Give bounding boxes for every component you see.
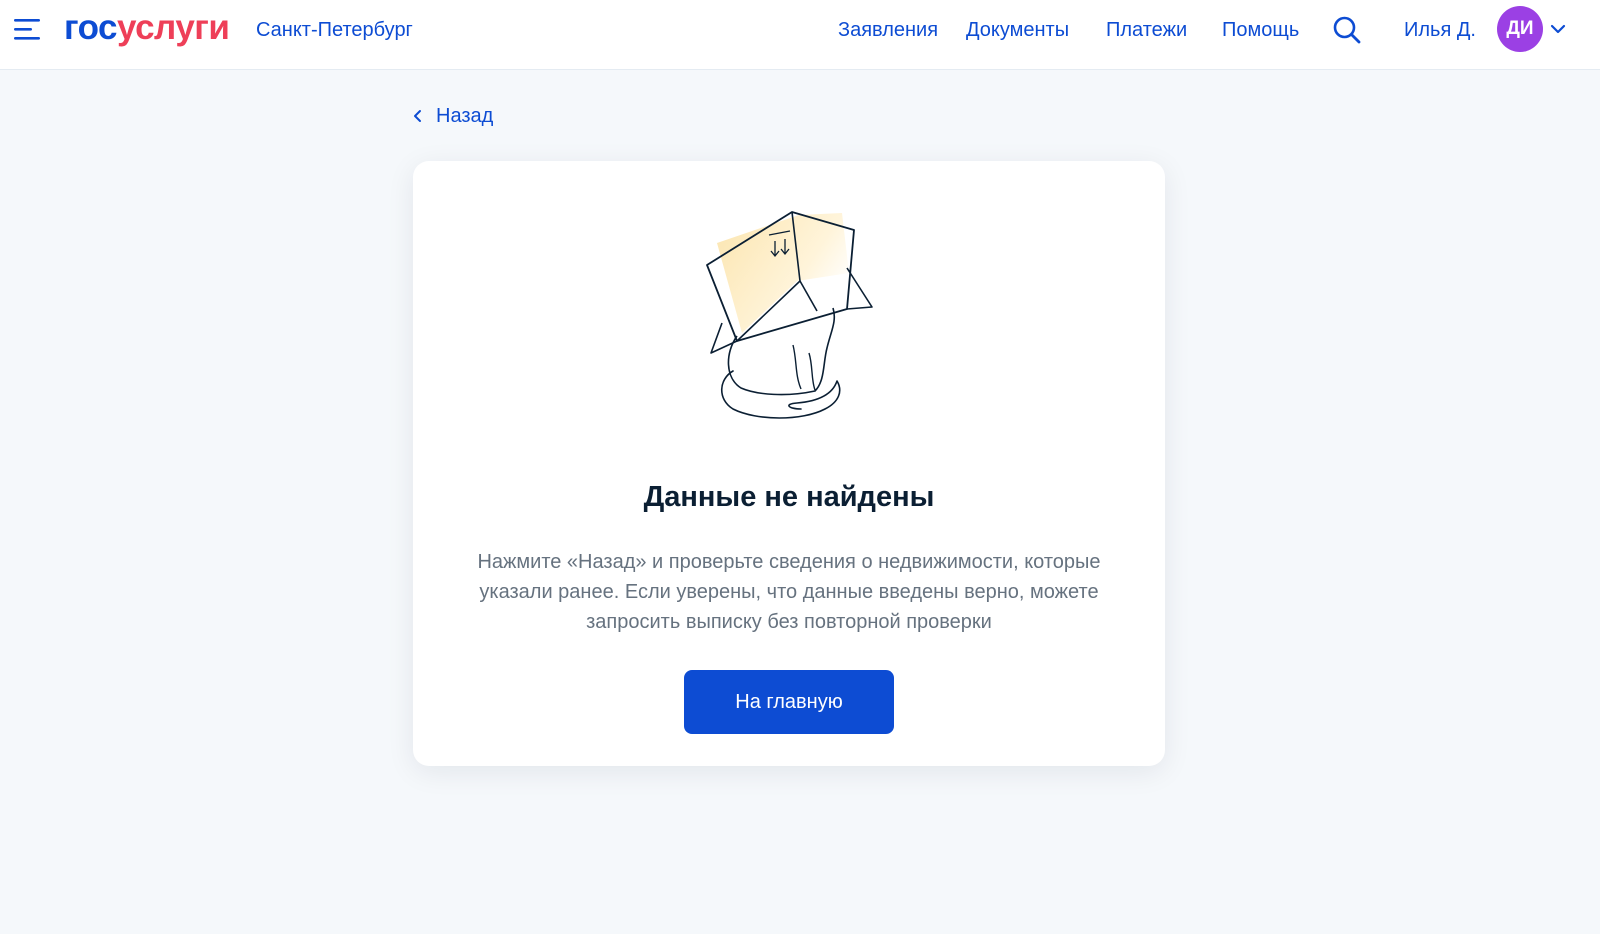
cat-in-box-illustration	[706, 211, 873, 419]
back-link[interactable]: Назад	[412, 104, 493, 128]
top-header: госуслуги Санкт-Петербург Заявления Доку…	[0, 0, 1600, 70]
nav-documents[interactable]: Документы	[966, 18, 1069, 42]
back-label: Назад	[436, 105, 494, 127]
chevron-down-icon[interactable]	[1550, 22, 1566, 36]
logo-part-gos: гос	[64, 8, 118, 47]
not-found-description: Нажмите «Назад» и проверьте сведения о н…	[477, 551, 1101, 633]
not-found-card: Данные не найдены Нажмите «Назад» и пров…	[413, 161, 1165, 766]
not-found-title: Данные не найдены	[643, 481, 935, 513]
user-name[interactable]: Илья Д.	[1404, 18, 1476, 42]
nav-help[interactable]: Помощь	[1222, 18, 1299, 42]
burger-menu-icon[interactable]	[14, 17, 42, 41]
nav-payments[interactable]: Платежи	[1106, 18, 1187, 42]
chevron-left-icon	[414, 110, 421, 122]
search-icon[interactable]	[1332, 15, 1362, 45]
go-home-button[interactable]: На главную	[684, 670, 894, 734]
logo-part-uslugi: услуги	[117, 8, 230, 47]
avatar[interactable]: ДИ	[1497, 6, 1543, 52]
nav-applications[interactable]: Заявления	[838, 18, 938, 42]
gosuslugi-logo[interactable]: госуслуги	[64, 8, 230, 48]
region-selector[interactable]: Санкт-Петербург	[256, 18, 413, 42]
